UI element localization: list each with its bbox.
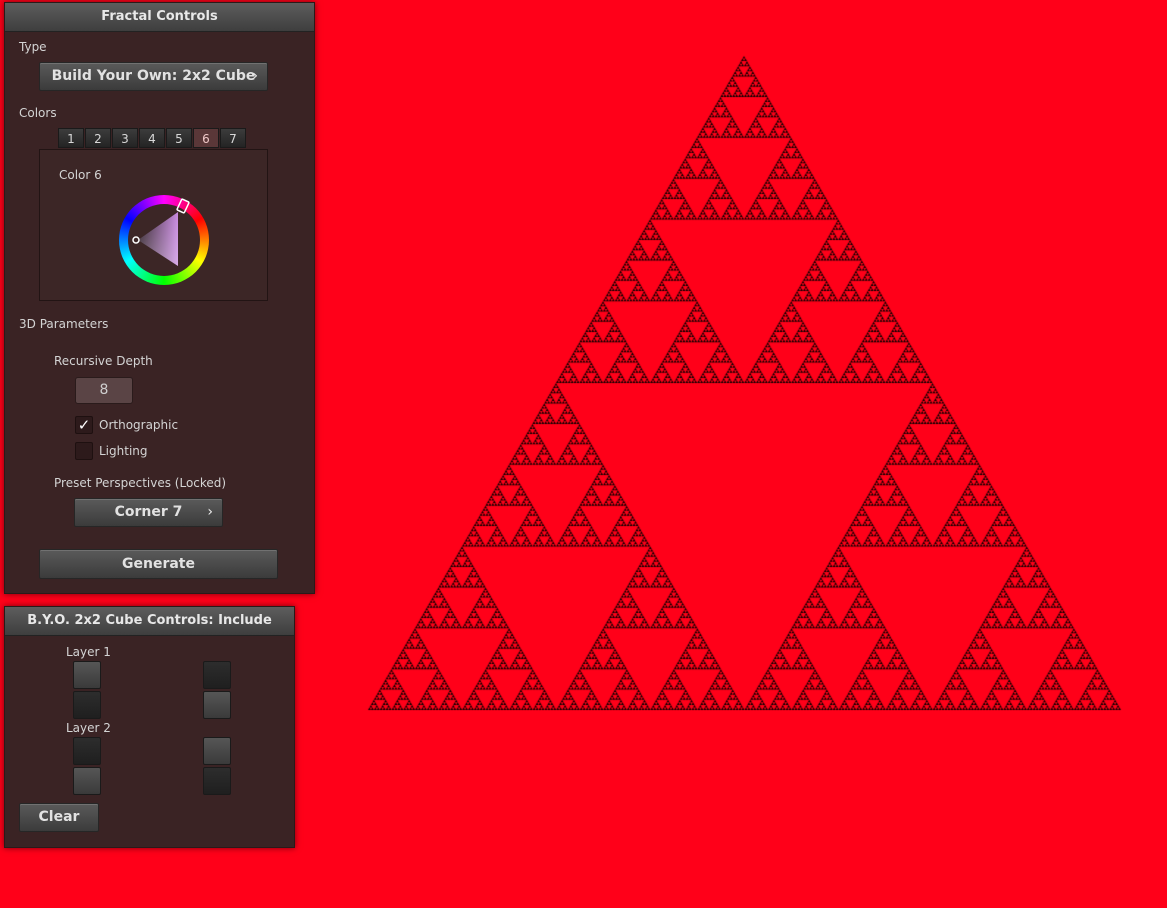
tab-color-2[interactable]: 2	[85, 128, 111, 148]
orthographic-checkbox[interactable]: ✓	[75, 416, 93, 434]
layer-2-cell-3[interactable]	[73, 767, 101, 795]
depth-input[interactable]: 8	[75, 377, 133, 404]
params-label: 3D Parameters	[19, 317, 109, 331]
clear-button[interactable]: Clear	[19, 803, 99, 832]
tab-color-3[interactable]: 3	[112, 128, 138, 148]
layer-2-cell-4[interactable]	[203, 767, 231, 795]
layer-1-cell-4[interactable]	[203, 691, 231, 719]
tab-color-6[interactable]: 6	[193, 128, 219, 148]
depth-label: Recursive Depth	[54, 354, 153, 368]
check-icon: ✓	[77, 416, 91, 434]
layer-1-cell-3[interactable]	[73, 691, 101, 719]
layer-1-label: Layer 1	[66, 645, 111, 659]
lighting-checkbox[interactable]	[75, 442, 93, 460]
cube-controls-title[interactable]: B.Y.O. 2x2 Cube Controls: Include	[5, 607, 294, 636]
presets-label: Preset Perspectives (Locked)	[54, 476, 227, 490]
type-dropdown[interactable]: Build Your Own: 2x2 Cube ›	[39, 62, 268, 91]
tab-color-4[interactable]: 4	[139, 128, 165, 148]
layer-2-cell-2[interactable]	[203, 737, 231, 765]
tab-color-5[interactable]: 5	[166, 128, 192, 148]
layer-2-label: Layer 2	[66, 721, 111, 735]
color-title: Color 6	[59, 168, 102, 182]
fractal-controls-title[interactable]: Fractal Controls	[5, 3, 314, 32]
tab-color-7[interactable]: 7	[220, 128, 246, 148]
generate-button[interactable]: Generate	[39, 549, 278, 579]
lighting-label: Lighting	[99, 444, 148, 458]
tab-color-1[interactable]: 1	[58, 128, 84, 148]
preset-dropdown[interactable]: Corner 7 ›	[74, 498, 223, 527]
preset-dropdown-value: Corner 7	[114, 504, 183, 520]
layer-1-cell-1[interactable]	[73, 661, 101, 689]
type-dropdown-value: Build Your Own: 2x2 Cube	[51, 68, 256, 84]
colors-label: Colors	[19, 106, 57, 120]
orthographic-label: Orthographic	[99, 418, 179, 432]
layer-1-cell-2[interactable]	[203, 661, 231, 689]
color-tabs: 1 2 3 4 5 6 7	[58, 128, 247, 148]
color-wheel[interactable]	[118, 194, 210, 286]
type-label: Type	[19, 40, 47, 54]
chevron-right-icon: ›	[252, 68, 258, 84]
chevron-right-icon: ›	[207, 504, 213, 520]
layer-2-cell-1[interactable]	[73, 737, 101, 765]
